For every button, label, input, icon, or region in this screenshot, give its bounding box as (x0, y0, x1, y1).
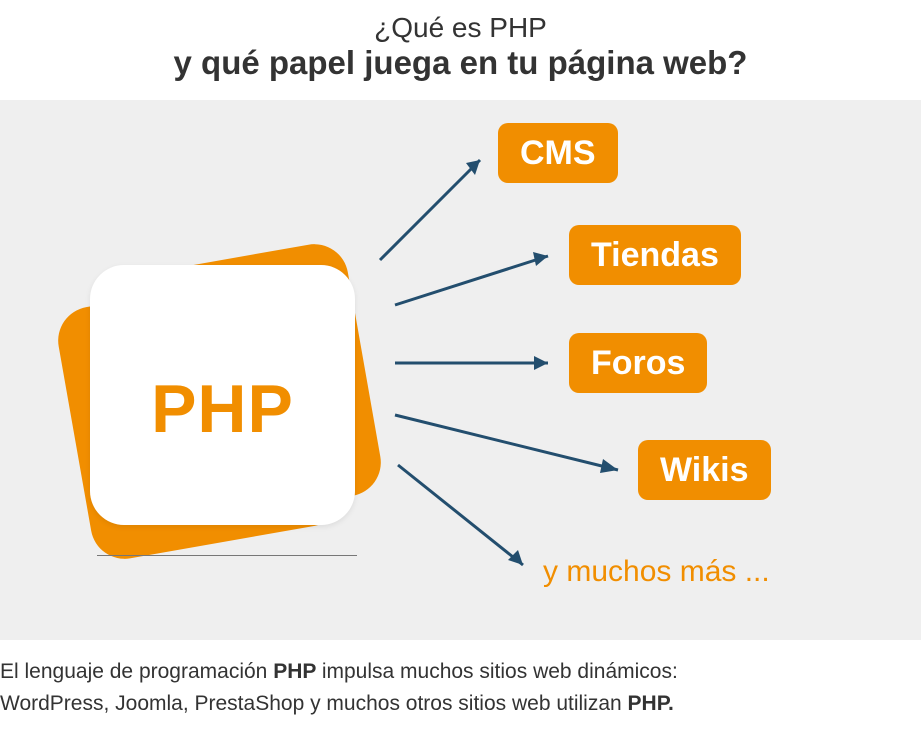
card-front: PHP (90, 265, 355, 525)
heading-line-1: ¿Qué es PHP (0, 12, 921, 44)
arrow-to-cms (380, 160, 480, 260)
more-text: y muchos más ... (543, 555, 770, 589)
badge-wikis-label: Wikis (660, 451, 749, 490)
footer-line-2: WordPress, Joomla, PrestaShop y muchos o… (0, 688, 921, 720)
php-card-stack: PHP (85, 265, 370, 550)
footer-1c: impulsa muchos sitios web dinámicos: (322, 660, 678, 683)
footer-text: El lenguaje de programación PHP impulsa … (0, 640, 921, 719)
badge-cms-label: CMS (520, 134, 596, 173)
badge-tiendas: Tiendas (569, 225, 741, 285)
badge-cms: CMS (498, 123, 618, 183)
arrow-to-more (398, 465, 523, 565)
footer-line-1: El lenguaje de programación PHP impulsa … (0, 656, 921, 688)
footer-2a: WordPress, Joomla, PrestaShop y muchos o… (0, 692, 628, 715)
arrow-to-foros (395, 356, 548, 370)
card-underline (97, 555, 357, 556)
footer-1a: El lenguaje de programación (0, 660, 273, 683)
badge-foros-label: Foros (591, 344, 685, 383)
heading-line-2: y qué papel juega en tu página web? (0, 44, 921, 82)
heading: ¿Qué es PHP y qué papel juega en tu pági… (0, 0, 921, 100)
badge-wikis: Wikis (638, 440, 771, 500)
arrow-to-tiendas (395, 252, 548, 305)
arrow-to-wikis (395, 415, 618, 473)
badge-foros: Foros (569, 333, 707, 393)
page: ¿Qué es PHP y qué papel juega en tu pági… (0, 0, 921, 739)
footer-1b: PHP (273, 660, 322, 683)
footer-2b: PHP. (628, 692, 674, 715)
badge-tiendas-label: Tiendas (591, 236, 719, 275)
diagram-canvas: PHP (0, 100, 921, 640)
php-label: PHP (90, 370, 355, 448)
